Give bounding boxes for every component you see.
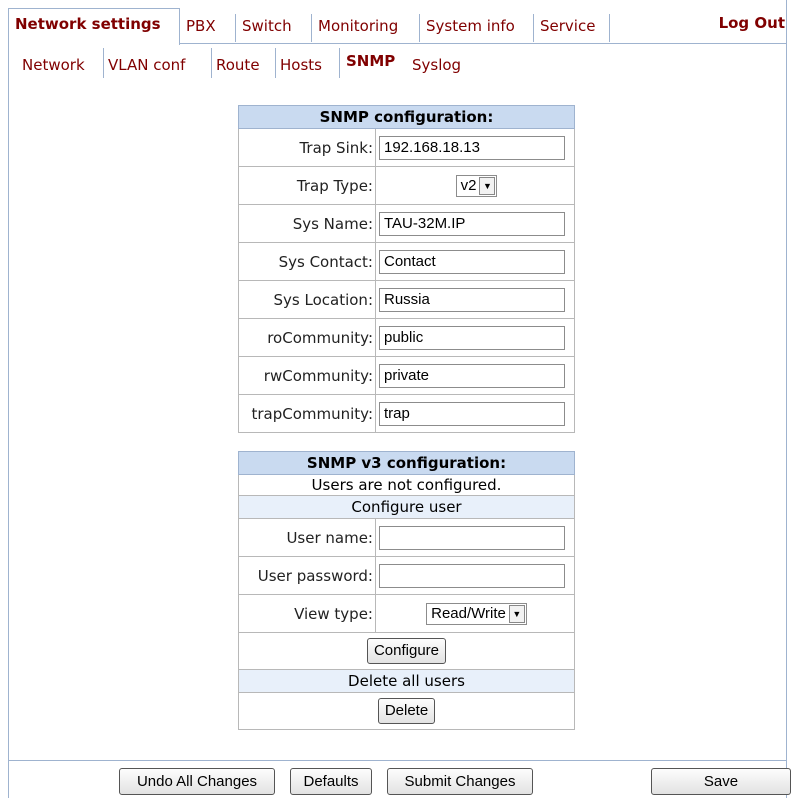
sys-contact-label: Sys Contact: (238, 242, 376, 281)
subtab-route[interactable]: Route (212, 48, 276, 78)
snmpv3-status-text: Users are not configured. (238, 474, 575, 496)
chevron-down-icon: ▼ (479, 176, 496, 195)
trap-type-label: Trap Type: (238, 166, 376, 205)
trap-sink-label: Trap Sink: (238, 128, 376, 167)
ro-community-input[interactable]: public (379, 325, 565, 350)
trap-type-select[interactable]: v2 ▼ (455, 174, 498, 197)
save-button[interactable]: Save (651, 768, 791, 795)
user-name-label: User name: (238, 518, 376, 557)
user-password-input[interactable] (379, 563, 565, 588)
subtab-hosts[interactable]: Hosts (276, 48, 340, 78)
delete-all-users-header: Delete all users (238, 669, 575, 693)
submit-changes-button[interactable]: Submit Changes (387, 768, 533, 795)
trap-community-input[interactable]: trap (379, 401, 565, 426)
frame-left-border (8, 44, 9, 798)
snmpv3-config-title: SNMP v3 configuration: (238, 451, 575, 475)
trap-community-label: trapCommunity: (238, 394, 376, 433)
tab-network-settings[interactable]: Network settings (8, 8, 180, 45)
configure-button[interactable]: Configure (366, 638, 447, 664)
view-type-label: View type: (238, 594, 376, 633)
sys-contact-input[interactable]: Contact (379, 249, 565, 274)
configure-user-header: Configure user (238, 495, 575, 519)
sys-location-input[interactable]: Russia (379, 287, 565, 312)
subtab-syslog[interactable]: Syslog (408, 48, 478, 78)
snmp-config-table: SNMP configuration: Trap Sink: 192.168.1… (238, 105, 575, 433)
tab-switch[interactable]: Switch (236, 14, 312, 42)
subtab-snmp[interactable]: SNMP (342, 44, 406, 74)
rw-community-input[interactable]: private (379, 363, 565, 388)
user-password-label: User password: (238, 556, 376, 595)
tab-system-info[interactable]: System info (420, 14, 534, 42)
rw-community-label: rwCommunity: (238, 356, 376, 395)
tab-service[interactable]: Service (534, 14, 610, 42)
delete-button[interactable]: Delete (377, 698, 436, 724)
frame-right-border (786, 0, 787, 798)
footer-divider (8, 760, 787, 761)
subtab-network[interactable]: Network (16, 48, 104, 78)
sys-name-label: Sys Name: (238, 204, 376, 243)
user-name-input[interactable] (379, 525, 565, 550)
sys-location-label: Sys Location: (238, 280, 376, 319)
delete-row: Delete (238, 692, 575, 730)
chevron-down-icon: ▼ (508, 604, 525, 623)
subtab-vlan-conf[interactable]: VLAN conf (104, 48, 212, 78)
undo-all-changes-button[interactable]: Undo All Changes (119, 768, 275, 795)
configure-row: Configure (238, 632, 575, 670)
view-type-select[interactable]: Read/Write ▼ (426, 602, 527, 625)
defaults-button[interactable]: Defaults (290, 768, 372, 795)
trap-type-value: v2 (460, 177, 477, 194)
snmp-config-title: SNMP configuration: (238, 105, 575, 129)
tab-monitoring[interactable]: Monitoring (312, 14, 420, 42)
top-navigation: Network settings PBX Switch Monitoring S… (8, 8, 787, 45)
trap-sink-input[interactable]: 192.168.18.13 (379, 135, 565, 160)
tab-pbx[interactable]: PBX (180, 14, 236, 42)
logout-link[interactable]: Log Out (719, 8, 785, 38)
snmpv3-config-table: SNMP v3 configuration: Users are not con… (238, 451, 575, 730)
ro-community-label: roCommunity: (238, 318, 376, 357)
sys-name-input[interactable]: TAU-32M.IP (379, 211, 565, 236)
view-type-value: Read/Write (431, 605, 506, 622)
